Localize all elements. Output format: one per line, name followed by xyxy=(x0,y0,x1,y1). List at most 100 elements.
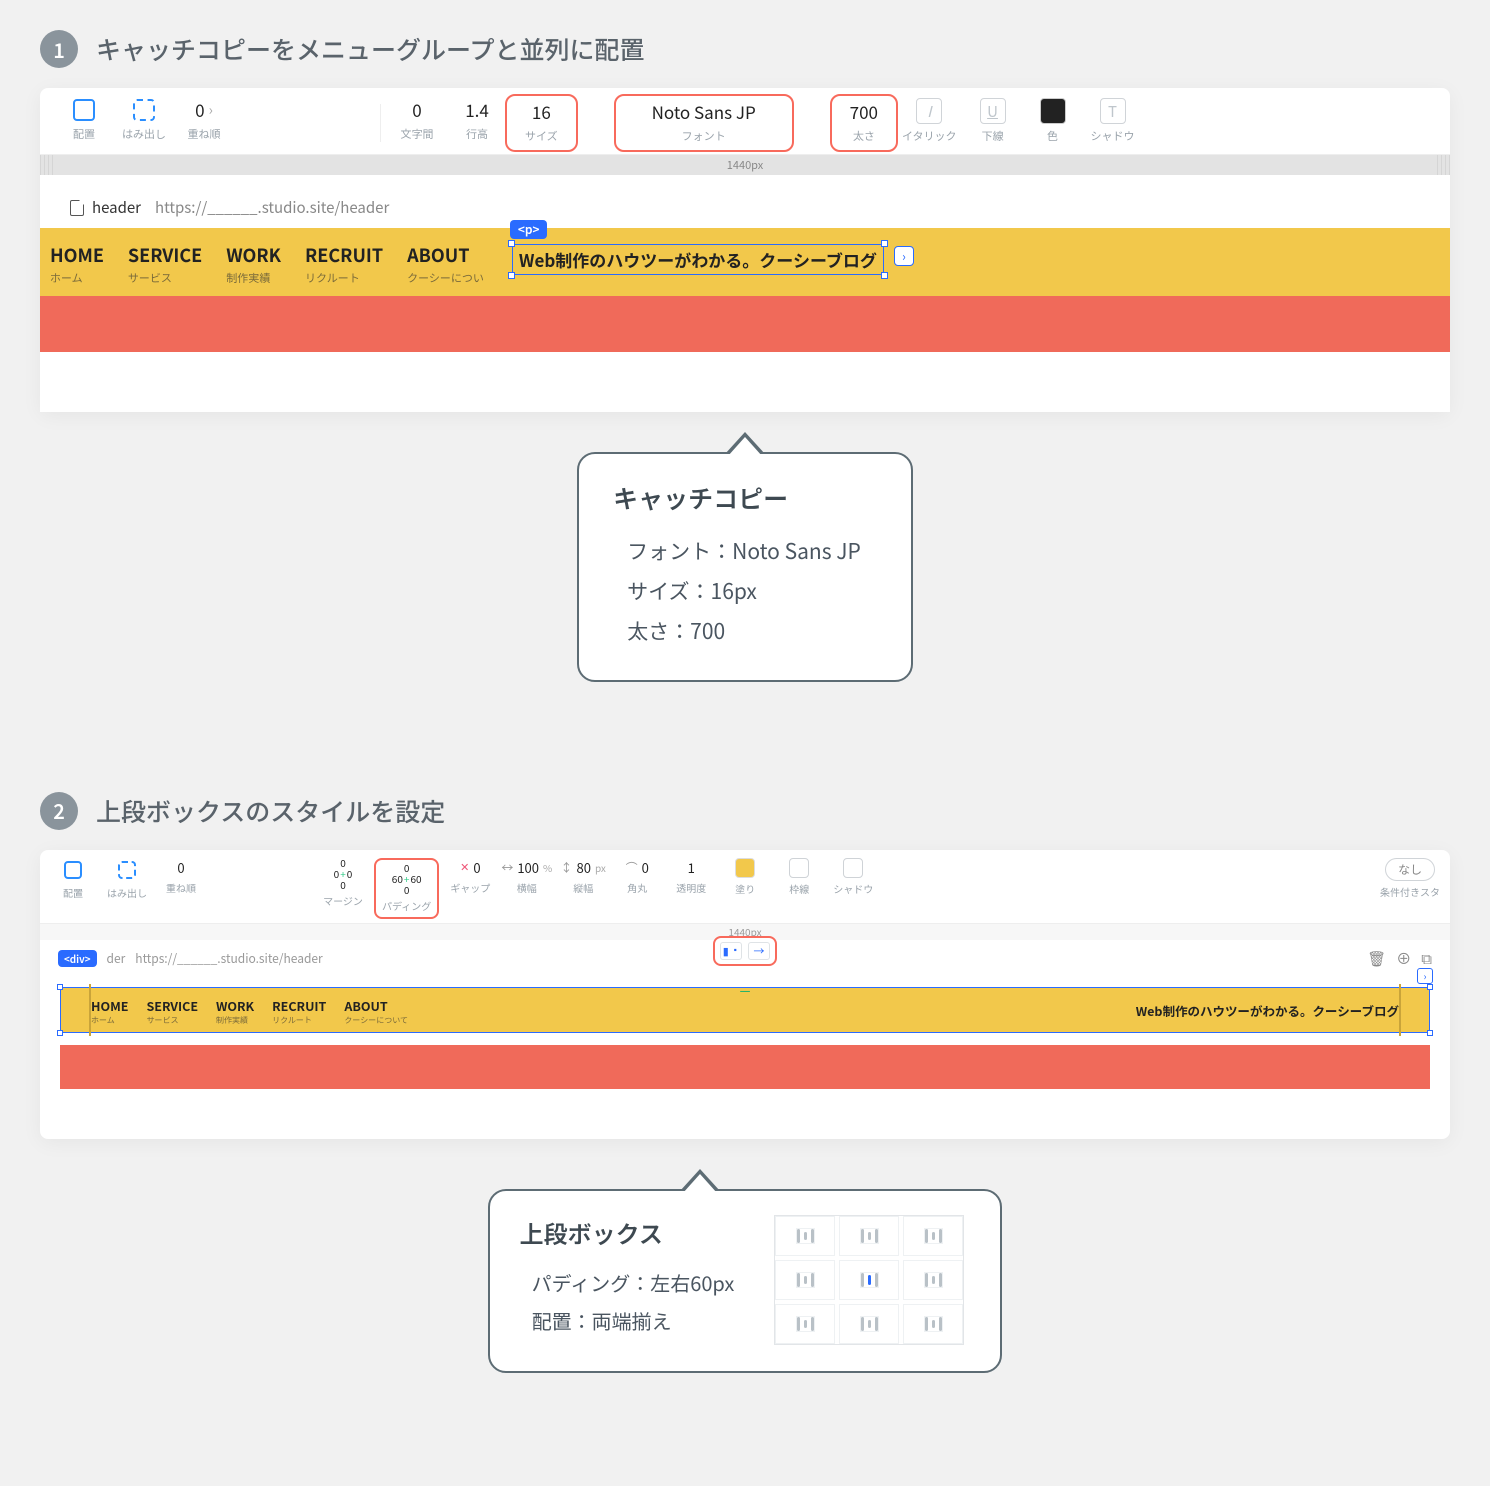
next-element-button[interactable]: › xyxy=(1417,968,1433,984)
overflow-icon xyxy=(133,99,155,121)
overflow-control[interactable]: はみ出し xyxy=(104,858,150,900)
element-tag-badge: <p> xyxy=(510,220,548,239)
header-bottom-row[interactable] xyxy=(40,296,1450,352)
delete-icon[interactable]: 🗑 xyxy=(1367,948,1386,969)
header-bottom-row[interactable] xyxy=(60,1045,1430,1089)
stroke-swatch-icon xyxy=(789,858,809,878)
selection-handle[interactable] xyxy=(881,240,888,247)
align-space-between-button[interactable]: ▮ ▪ xyxy=(720,942,742,960)
color-control[interactable]: 色 xyxy=(1023,98,1083,144)
italic-icon: I xyxy=(916,98,942,124)
selection-handle[interactable] xyxy=(1427,1030,1433,1036)
canvas-area[interactable]: HOMEホーム SERVICEサービス WORK制作実績 RECRUITリクルー… xyxy=(40,228,1450,412)
gap-icon: ✕ xyxy=(460,859,469,875)
duplicate-icon[interactable]: ⧉ xyxy=(1421,948,1432,969)
gap-control[interactable]: ✕0ギャップ xyxy=(447,858,493,895)
shadow-icon: T xyxy=(1100,98,1126,124)
selection-handle[interactable] xyxy=(881,272,888,279)
tooltip-line: フォント：Noto Sans JP xyxy=(627,532,861,572)
next-element-button[interactable]: › xyxy=(894,246,914,266)
width-control[interactable]: ↔100%横幅 xyxy=(501,858,552,895)
selection-handle[interactable] xyxy=(57,1030,63,1036)
divider xyxy=(380,104,381,142)
zindex-control[interactable]: 0› 重ね順 xyxy=(174,98,234,142)
color-swatch-icon xyxy=(1040,98,1066,124)
radius-control[interactable]: ⌒0角丸 xyxy=(614,858,660,895)
conditional-style-control[interactable]: なし条件付きスタ xyxy=(1380,858,1440,899)
text-shadow-control[interactable]: T シャドウ xyxy=(1083,98,1143,144)
italic-control[interactable]: I イタリック xyxy=(896,98,963,144)
nav-item-work[interactable]: WORK制作実績 xyxy=(216,996,254,1026)
direction-row-button[interactable]: → xyxy=(748,942,770,960)
nav-item-service[interactable]: SERVICEサービス xyxy=(146,996,198,1026)
tooltip-line: パディング：左右60px xyxy=(532,1264,735,1302)
underline-control[interactable]: U 下線 xyxy=(963,98,1023,144)
flex-alignment-popup: ▮ ▪ → xyxy=(713,936,777,966)
letter-spacing-control[interactable]: 0 文字間 xyxy=(387,98,447,142)
font-weight-control[interactable]: 700 太さ xyxy=(830,94,898,152)
address-bar: header https://______.studio.site/header xyxy=(40,175,1450,228)
opacity-control[interactable]: 1透明度 xyxy=(668,858,714,895)
canvas-ruler: 1440px xyxy=(40,155,1450,175)
line-height-control[interactable]: 1.4 行高 xyxy=(447,98,507,142)
tooltip-line: サイズ：16px xyxy=(627,572,861,612)
center-marker-icon: — xyxy=(740,982,751,999)
align-icon xyxy=(64,861,82,879)
selection-handle[interactable] xyxy=(1427,984,1433,990)
nav-item-about[interactable]: ABOUTクーシーについて xyxy=(344,996,408,1026)
nav-item-about[interactable]: ABOUTクーシーについ xyxy=(407,242,484,286)
page-name-fragment: der xyxy=(107,950,126,967)
align-control[interactable]: 配置 xyxy=(50,858,96,900)
step-title-2: 上段ボックスのスタイルを設定 xyxy=(96,793,445,829)
box-style-toolbar: 配置 はみ出し 0重ね順 00+00 マージン 060+600 パディング ✕0… xyxy=(40,850,1450,924)
underline-icon: U xyxy=(980,98,1006,124)
selection-handle[interactable] xyxy=(508,240,515,247)
margin-control[interactable]: 00+00 マージン xyxy=(320,858,366,908)
font-family-control[interactable]: Noto Sans JP フォント xyxy=(614,94,794,152)
nav-item-service[interactable]: SERVICEサービス xyxy=(128,242,202,286)
height-control[interactable]: ↕80px縦幅 xyxy=(560,858,606,895)
shadow-swatch-icon xyxy=(843,858,863,878)
step-badge-1: 1 xyxy=(40,30,78,68)
annotation-tooltip-2: 上段ボックス パディング：左右60px 配置：両端揃え xyxy=(488,1189,1003,1373)
fill-control[interactable]: 塗り xyxy=(722,858,768,896)
box-shadow-control[interactable]: シャドウ xyxy=(830,858,876,896)
canvas-area-2[interactable]: — › HOMEホーム SERVICEサービス WORK制作実績 RECRUIT… xyxy=(40,987,1450,1139)
align-icon xyxy=(73,99,95,121)
page-url: https://______.studio.site/header xyxy=(135,950,322,967)
nav-item-home[interactable]: HOMEホーム xyxy=(50,242,104,286)
radius-icon: ⌒ xyxy=(626,859,638,876)
align-control[interactable]: 配置 xyxy=(54,98,114,142)
catchcopy-text[interactable]: Web制作のハウツーがわかる。クーシーブログ xyxy=(512,244,884,275)
selection-handle[interactable] xyxy=(57,984,63,990)
overflow-icon xyxy=(118,861,136,879)
tooltip-line: 配置：両端揃え xyxy=(532,1302,735,1340)
width-icon: ↔ xyxy=(501,859,513,876)
overflow-control[interactable]: はみ出し xyxy=(114,98,174,142)
font-size-control[interactable]: 16 サイズ xyxy=(505,94,578,152)
header-top-row[interactable]: HOMEホーム SERVICEサービス WORK制作実績 RECRUITリクルー… xyxy=(40,228,1450,296)
chevron-right-icon: › xyxy=(209,100,213,120)
zindex-control[interactable]: 0重ね順 xyxy=(158,858,204,895)
selection-handle[interactable] xyxy=(508,272,515,279)
stroke-control[interactable]: 枠線 xyxy=(776,858,822,896)
element-tag-badge: <div> xyxy=(58,950,97,967)
step-1-header: 1 キャッチコピーをメニューグループと並列に配置 xyxy=(40,30,1450,68)
catchcopy-text[interactable]: Web制作のハウツーがわかる。クーシーブログ xyxy=(1136,1001,1399,1020)
top-box-selection[interactable]: — › HOMEホーム SERVICEサービス WORK制作実績 RECRUIT… xyxy=(60,987,1430,1033)
nav-item-work[interactable]: WORK制作実績 xyxy=(226,242,281,286)
catchcopy-selection[interactable]: <p> Web制作のハウツーがわかる。クーシーブログ › xyxy=(512,244,884,275)
nav-item-recruit[interactable]: RECRUITリクルート xyxy=(272,996,326,1026)
padding-guide xyxy=(89,984,91,1036)
nav-item-home[interactable]: HOMEホーム xyxy=(91,996,128,1026)
height-icon: ↕ xyxy=(560,859,572,876)
nav-item-recruit[interactable]: RECRUITリクルート xyxy=(305,242,383,286)
padding-control[interactable]: 060+600 パディング xyxy=(374,858,439,919)
alignment-grid-diagram xyxy=(774,1215,964,1345)
step-2-header: 2 上段ボックスのスタイルを設定 xyxy=(40,792,1450,830)
tooltip-title: キャッチコピー xyxy=(613,480,861,516)
page-name: header xyxy=(70,197,141,218)
padding-guide xyxy=(1399,984,1401,1036)
plus-icon[interactable]: ⊕ xyxy=(1396,948,1411,969)
nav-group[interactable]: HOMEホーム SERVICEサービス WORK制作実績 RECRUITリクルー… xyxy=(91,996,408,1026)
